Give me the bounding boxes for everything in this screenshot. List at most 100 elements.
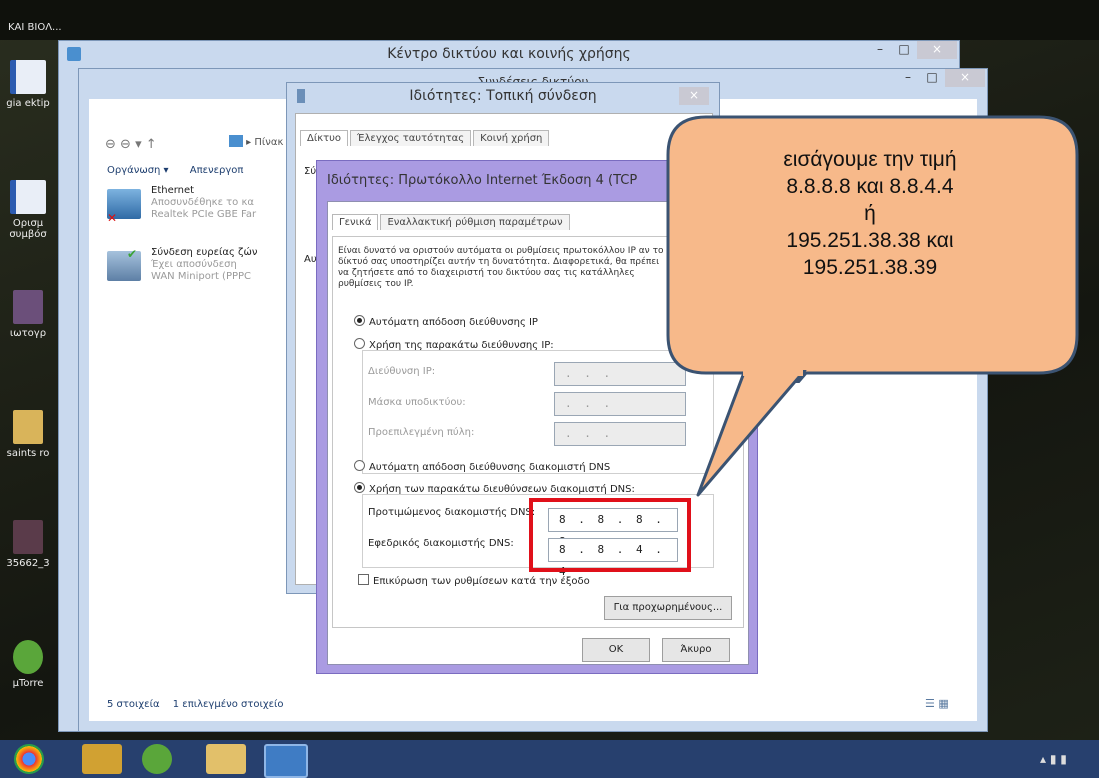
breadcrumb-item[interactable]: Πίνακ xyxy=(254,137,283,148)
radio-selected-icon xyxy=(354,315,365,326)
item-count: 5 στοιχεία xyxy=(107,699,160,710)
tab-general[interactable]: Γενικά xyxy=(332,214,379,230)
tab-sharing[interactable]: Κοινή χρήση xyxy=(473,130,550,146)
auto-ip-radio[interactable]: Αυτόματη απόδοση διεύθυνσης IP xyxy=(354,315,538,328)
radio-selected-icon xyxy=(354,482,365,493)
system-tray[interactable]: ▴ ▮ ▮ xyxy=(1040,752,1067,766)
connection-status: Έχει αποσύνδεση xyxy=(151,259,237,270)
close-button[interactable]: × xyxy=(917,41,957,59)
explorer-icon[interactable] xyxy=(206,744,246,774)
callout-line: 195.251.38.39 xyxy=(802,256,938,279)
top-strip: ΚΑΙ ΒΙΟΛ... xyxy=(0,0,1099,40)
desktop-icon-label: 35662_3 xyxy=(6,558,50,569)
dns-highlight-box xyxy=(529,498,691,572)
window-title: Κέντρο δικτύου και κοινής χρήσης xyxy=(387,46,631,62)
wallet-icon[interactable] xyxy=(82,744,122,774)
gateway-field[interactable]: . . . xyxy=(554,422,686,446)
description: Είναι δυνατό να οριστούν αυτόματα οι ρυθ… xyxy=(338,246,664,289)
close-button[interactable]: × xyxy=(945,69,985,87)
tab-authentication[interactable]: Έλεγχος ταυτότητας xyxy=(350,130,472,146)
network-icon xyxy=(67,47,81,61)
callout-line: ή xyxy=(864,202,876,225)
network-icon[interactable] xyxy=(264,744,308,778)
validate-checkbox[interactable]: Επικύρωση των ρυθμίσεων κατά την έξοδο xyxy=(358,574,590,587)
connection-device: WAN Miniport (PPPC xyxy=(151,271,252,282)
local-props-titlebar: Ιδιότητες: Τοπική σύνδεση xyxy=(287,83,719,109)
subnet-label: Μάσκα υποδικτύου: xyxy=(368,397,466,408)
minimize-button[interactable]: – xyxy=(895,69,921,87)
desktop-icon-label: gia ektip xyxy=(6,98,50,109)
tab-alternate-config[interactable]: Εναλλακτική ρύθμιση παραμέτρων xyxy=(380,214,570,230)
back-icon[interactable]: ⊖ xyxy=(105,137,116,152)
preferred-dns-label: Προτιμώμενος διακομιστής DNS: xyxy=(368,507,536,518)
auto-dns-radio[interactable]: Αυτόματη απόδοση διεύθυνσης διακομιστή D… xyxy=(354,460,610,473)
organize-button[interactable]: Οργάνωση ▾ xyxy=(107,165,169,176)
callout-tail-shape xyxy=(696,370,807,497)
callout-line: 195.251.38.38 και xyxy=(786,229,954,252)
desktop-icon-document-2[interactable]: Ορισμ συμβόσ xyxy=(0,180,56,240)
callout-line: εισάγουμε την τιμή xyxy=(783,148,957,171)
validate-label: Επικύρωση των ρυθμίσεων κατά την έξοδο xyxy=(373,576,590,587)
ipv4-dialog-title: Ιδιότητες: Πρωτόκολλο Internet Έκδοση 4 … xyxy=(327,173,638,188)
checkbox-icon xyxy=(358,574,369,585)
close-button[interactable]: × xyxy=(679,87,709,105)
utorrent-icon[interactable] xyxy=(142,744,172,774)
up-icon[interactable]: ↑ xyxy=(146,137,157,152)
desktop-icon-utorrent[interactable]: µTorre xyxy=(0,640,56,689)
desktop-icon-label: µTorre xyxy=(12,678,44,689)
connected-check-icon: ✔ xyxy=(127,247,138,261)
desktop-icon-label: saints ro xyxy=(6,448,50,459)
disconnected-icon: ✕ xyxy=(107,211,118,225)
top-label: ΚΑΙ ΒΙΟΛ... xyxy=(8,22,62,33)
chrome-icon[interactable] xyxy=(14,744,44,774)
toolbar: Οργάνωση ▾ Απενεργοπ xyxy=(107,165,287,176)
status-bar: 5 στοιχεία 1 επιλεγμένο στοιχείο xyxy=(107,699,284,710)
callout-tail-cover xyxy=(743,370,803,376)
selected-count: 1 επιλεγμένο στοιχείο xyxy=(172,699,284,710)
minimize-button[interactable]: – xyxy=(867,41,893,59)
image-file-icon xyxy=(13,290,43,324)
disable-button[interactable]: Απενεργοπ xyxy=(190,165,244,176)
network-adapter-icon xyxy=(297,89,305,103)
connection-device: Realtek PCIe GBE Far xyxy=(151,209,257,220)
callout-text: εισάγουμε την τιμή 8.8.8.8 και 8.8.4.4 ή… xyxy=(700,146,1040,281)
forward-icon[interactable]: ⊖ xyxy=(120,137,131,152)
desktop-icon-label: Ορισμ συμβόσ xyxy=(9,218,47,240)
view-toggle-icons[interactable]: ☰ ▦ xyxy=(925,697,949,710)
taskbar: ▴ ▮ ▮ xyxy=(0,740,1099,778)
word-doc-icon xyxy=(10,180,46,214)
auto-ip-label: Αυτόματη απόδοση διεύθυνσης IP xyxy=(369,317,538,328)
desktop-icon-folder[interactable]: saints ro xyxy=(0,410,56,459)
maximize-button[interactable]: □ xyxy=(891,41,917,59)
alternate-dns-label: Εφεδρικός διακομιστής DNS: xyxy=(368,538,514,549)
desktop-icon-document[interactable]: gia ektip xyxy=(0,60,56,109)
radio-empty-icon xyxy=(354,338,365,349)
connection-name: Ethernet xyxy=(151,185,195,196)
maximize-button[interactable]: □ xyxy=(919,69,945,87)
word-doc-icon xyxy=(10,60,46,94)
nav-buttons: ⊖ ⊖ ▾ ↑ xyxy=(105,137,157,152)
auto-dns-label: Αυτόματη απόδοση διεύθυνσης διακομιστή D… xyxy=(369,462,611,473)
window-title: Ιδιότητες: Τοπική σύνδεση xyxy=(409,88,597,104)
radio-empty-icon xyxy=(354,460,365,471)
tab-network[interactable]: Δίκτυο xyxy=(300,130,349,146)
network-center-titlebar: Κέντρο δικτύου και κοινής χρήσης xyxy=(59,41,959,67)
callout-line: 8.8.8.8 και 8.8.4.4 xyxy=(786,175,954,198)
desktop-icon-label: ιωτογρ xyxy=(9,328,47,339)
advanced-button[interactable]: Για προχωρημένους... xyxy=(604,596,732,620)
utorrent-icon xyxy=(13,640,43,674)
folder-icon xyxy=(13,410,43,444)
connection-status: Αποσυνδέθηκε το κα xyxy=(151,197,254,208)
control-panel-icon xyxy=(229,135,243,147)
desktop-icon-photo[interactable]: 35662_3 xyxy=(0,520,56,569)
subnet-field[interactable]: . . . xyxy=(554,392,686,416)
ip-address-label: Διεύθυνση IP: xyxy=(368,366,436,377)
breadcrumb[interactable]: ▸ Πίνακ xyxy=(229,135,283,148)
desktop-icon-image[interactable]: ιωτογρ xyxy=(0,290,56,339)
image-file-icon xyxy=(13,520,43,554)
callout-tail xyxy=(696,370,807,497)
partial-label: Αυ xyxy=(304,254,317,265)
cancel-button[interactable]: Άκυρο xyxy=(662,638,730,662)
ok-button[interactable]: OK xyxy=(582,638,650,662)
connection-name: Σύνδεση ευρείας ζών xyxy=(151,247,258,258)
